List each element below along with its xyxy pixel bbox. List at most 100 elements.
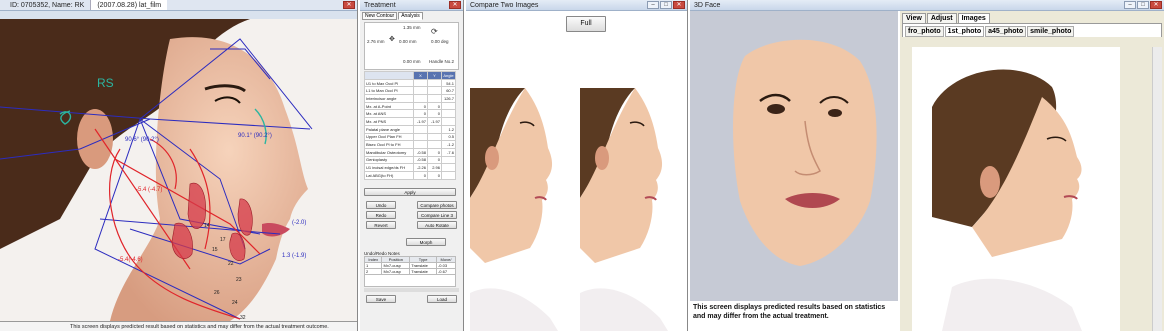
analysis-cell-y[interactable] [427, 94, 442, 103]
minimize-icon[interactable]: – [1124, 1, 1136, 9]
undo-button[interactable]: Undo [366, 200, 396, 209]
analysis-cell-angle[interactable] [441, 109, 456, 119]
arrow-icon[interactable]: ✥ [389, 35, 395, 43]
analysis-cell-y[interactable] [427, 124, 442, 134]
close-icon[interactable]: ✕ [673, 1, 685, 9]
analysis-row-label: Palatal plane angle [364, 124, 414, 134]
analysis-cell-x[interactable]: 0 [413, 170, 428, 180]
tab-film[interactable]: (2007.08.28) lat_film [91, 0, 168, 10]
tab-analysis[interactable]: Analysis [398, 12, 423, 20]
morph-button[interactable]: Morph [406, 237, 446, 246]
profile-image-after [580, 88, 668, 331]
analysis-cell-x[interactable] [413, 94, 428, 103]
tab-view[interactable]: View [902, 13, 926, 23]
maximize-icon[interactable]: □ [660, 1, 672, 9]
analysis-row[interactable]: U1 incisal edge/ds FH -2.26 2.96 [364, 163, 456, 172]
analysis-cell-x[interactable] [413, 140, 428, 149]
analysis-cell-angle[interactable]: 126.7 [441, 94, 456, 103]
value-label-2: 1.3 (-1.9) [282, 253, 306, 259]
analysis-cell-y[interactable] [427, 78, 442, 88]
analysis-cell-x[interactable]: 0 [413, 109, 428, 119]
analysis-cell-x[interactable]: -0.58 [413, 155, 428, 165]
close-icon[interactable]: ✕ [343, 1, 355, 9]
load-button[interactable]: Load [427, 294, 457, 303]
analysis-cell-angle[interactable] [441, 170, 456, 180]
analysis-row[interactable]: Interincisor angle 126.7 [364, 94, 456, 103]
tab-a45-photo[interactable]: a45_photo [985, 26, 1027, 37]
analysis-cell-x[interactable]: -1.97 [413, 117, 428, 126]
analysis-cell-x[interactable] [413, 132, 428, 142]
window-title: Treatment [364, 1, 396, 9]
analysis-cell-y[interactable]: -1.97 [427, 117, 442, 126]
analysis-cell-x[interactable]: -0.58 [413, 147, 428, 157]
window1-toolbar [0, 11, 357, 19]
analysis-row[interactable]: Mx. at PNS -1.97 -1.97 [364, 117, 456, 126]
image-panel: View Adjust Images fro_photo 1st_photo a… [900, 11, 1164, 331]
auto-rotate-button[interactable]: Auto Rotate [417, 220, 457, 229]
analysis-cell-angle[interactable]: -7.6 [441, 147, 456, 157]
revert-button[interactable]: Revert [366, 220, 396, 229]
analysis-cell-y[interactable] [427, 86, 442, 96]
analysis-cell-y[interactable] [427, 132, 442, 142]
analysis-cell-y[interactable]: 0 [427, 101, 442, 111]
tab-1st-photo[interactable]: 1st_photo [944, 26, 985, 37]
analysis-cell-angle[interactable] [441, 101, 456, 111]
tab-adjust[interactable]: Adjust [926, 13, 957, 23]
tab-new-contour[interactable]: New Contour [362, 12, 398, 20]
analysis-cell-angle[interactable] [441, 155, 456, 165]
tab-fro-photo[interactable]: fro_photo [905, 26, 944, 37]
analysis-cell-angle[interactable] [441, 117, 456, 126]
analysis-row[interactable]: Upper Occl Plan FH 0.5 [364, 132, 456, 142]
analysis-row[interactable]: Palatal plane angle 1.2 [364, 124, 456, 134]
tab-smile-photo[interactable]: smile_photo [1027, 26, 1075, 37]
analysis-cell-angle[interactable]: 54.1 [441, 78, 456, 88]
analysis-cell-y[interactable] [427, 140, 442, 149]
analysis-cell-x[interactable]: 0 [413, 101, 428, 111]
tab-images[interactable]: Images [957, 13, 990, 23]
undo-scrollbar[interactable] [364, 287, 459, 292]
save-button[interactable]: Save [366, 294, 396, 303]
analysis-row[interactable]: L1 to Man Occl Pl 60.7 [364, 86, 456, 96]
compare-photos-button[interactable]: Compare photos [417, 200, 457, 209]
analysis-cell-y[interactable]: 2.96 [427, 163, 442, 172]
analysis-row[interactable]: Mx. at A-Point 0 0 [364, 101, 456, 111]
analysis-cell-angle[interactable]: 1.2 [441, 124, 456, 134]
apply-button[interactable]: Apply [364, 187, 456, 196]
analysis-cell-x[interactable] [413, 124, 428, 134]
face3d-render[interactable] [690, 11, 898, 301]
analysis-cell-angle[interactable]: 0.5 [441, 132, 456, 142]
analysis-row[interactable]: Lat ABG(to FH) 0 0 [364, 170, 456, 180]
analysis-cell-angle[interactable]: 60.7 [441, 86, 456, 96]
analysis-row[interactable]: Mx. at ANS 0 0 [364, 109, 456, 119]
compare-line-button[interactable]: Compare Line 3 [417, 210, 457, 219]
minimize-icon[interactable]: – [647, 1, 659, 9]
analysis-row[interactable]: Genioplasty -0.58 0 [364, 155, 456, 165]
move-control[interactable]: 1.35 mm 2.76 mm 0.00 mm 0.00 deg 0.00 mm… [364, 22, 459, 70]
analysis-cell-angle[interactable]: -1.2 [441, 140, 456, 149]
analysis-cell-y[interactable]: 0 [427, 109, 442, 119]
analysis-cell-y[interactable]: 0 [427, 170, 442, 180]
analysis-cell-angle[interactable] [441, 163, 456, 172]
point-label: 24 [232, 300, 238, 306]
analysis-cell-x[interactable] [413, 86, 428, 96]
analysis-cell-y[interactable]: 0 [427, 147, 442, 157]
redo-button[interactable]: Redo [366, 210, 396, 219]
analysis-row[interactable]: Mandibular Osteotomy -0.58 0 -7.6 [364, 147, 456, 157]
photo-display [912, 47, 1120, 331]
full-button[interactable]: Full [566, 16, 606, 32]
close-icon[interactable]: ✕ [449, 1, 461, 9]
analysis-row[interactable]: U1 to Max Occl Pl 54.1 [364, 78, 456, 88]
ceph-tracing-canvas[interactable]: RS 90.6° (90.2°) 90.1° (90.2°) (-2.0) 1.… [0, 19, 358, 321]
analysis-cell-y[interactable]: 0 [427, 155, 442, 165]
window1-tabs: ID: 0705352, Name: RK (2007.08.28) lat_f… [0, 0, 357, 11]
analysis-row[interactable]: Bisec Occl Pl to FH -1.2 [364, 140, 456, 149]
disclaimer-note: This screen displays predicted result ba… [0, 321, 357, 331]
value-label-1: (-2.0) [292, 220, 306, 226]
maximize-icon[interactable]: □ [1137, 1, 1149, 9]
rotate-icon[interactable]: ⟳ [431, 27, 438, 36]
analysis-cell-x[interactable]: -2.26 [413, 163, 428, 172]
close-icon[interactable]: ✕ [1150, 1, 1162, 9]
tab-patient[interactable]: ID: 0705352, Name: RK [4, 0, 92, 10]
vertical-scrollbar[interactable] [1152, 47, 1162, 331]
analysis-cell-x[interactable] [413, 78, 428, 88]
